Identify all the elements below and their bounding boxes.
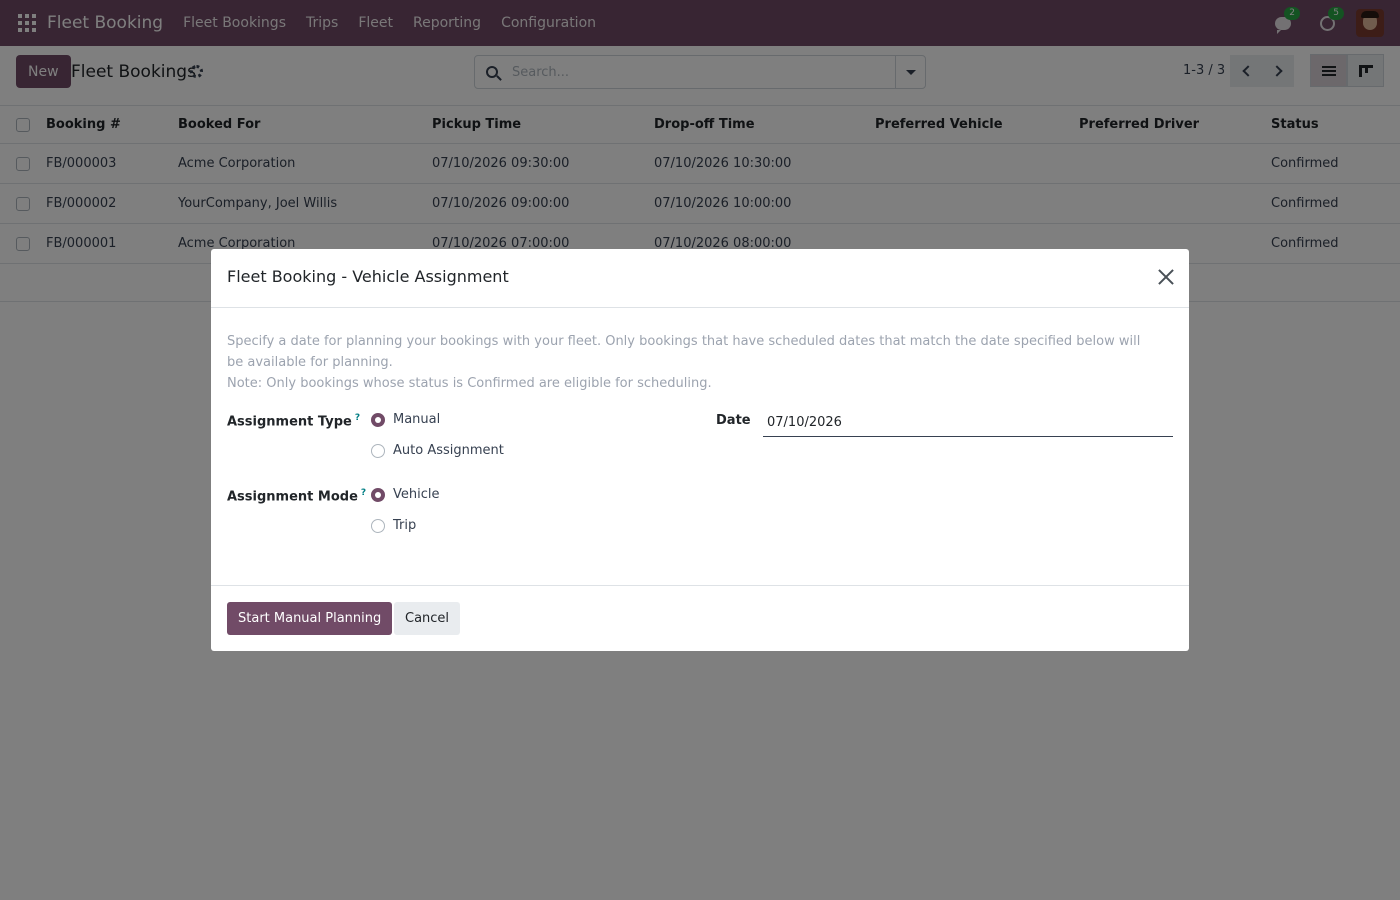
radio-manual-label[interactable]: Manual [393, 412, 440, 427]
radio-trip-label[interactable]: Trip [393, 518, 416, 533]
radio-trip[interactable]: Trip [371, 518, 416, 533]
date-label: Date [716, 413, 751, 428]
description-note: Note: Only bookings whose status is Conf… [227, 376, 712, 391]
date-field[interactable]: 07/10/2026 [763, 409, 1173, 437]
assignment-type-label-text: Assignment Type [227, 414, 352, 430]
radio-unselected-icon[interactable] [371, 443, 385, 458]
dialog-footer: Start Manual Planning Cancel [211, 585, 1189, 651]
radio-auto-assignment[interactable]: Auto Assignment [371, 443, 504, 458]
assignment-type-label: Assignment Type? [227, 413, 360, 429]
assignment-mode-label-text: Assignment Mode [227, 489, 358, 505]
vehicle-assignment-dialog: Fleet Booking - Vehicle Assignment Speci… [211, 249, 1189, 651]
radio-vehicle[interactable]: Vehicle [371, 487, 440, 502]
dialog-title: Fleet Booking - Vehicle Assignment [227, 267, 509, 286]
start-manual-planning-button[interactable]: Start Manual Planning [227, 602, 393, 635]
help-icon[interactable]: ? [361, 488, 366, 498]
description-text: Specify a date for planning your booking… [227, 334, 1141, 370]
radio-selected-icon[interactable] [371, 487, 385, 502]
close-icon[interactable] [1157, 268, 1175, 286]
radio-vehicle-label[interactable]: Vehicle [393, 487, 440, 502]
radio-unselected-icon[interactable] [371, 518, 385, 533]
cancel-button[interactable]: Cancel [394, 602, 461, 635]
radio-selected-icon[interactable] [371, 412, 385, 427]
radio-auto-assignment-label[interactable]: Auto Assignment [393, 443, 504, 458]
help-icon[interactable]: ? [355, 413, 360, 423]
dialog-header: Fleet Booking - Vehicle Assignment [211, 249, 1189, 308]
radio-manual[interactable]: Manual [371, 412, 440, 427]
assignment-mode-label: Assignment Mode? [227, 488, 366, 504]
dialog-description: Specify a date for planning your booking… [227, 331, 1157, 394]
